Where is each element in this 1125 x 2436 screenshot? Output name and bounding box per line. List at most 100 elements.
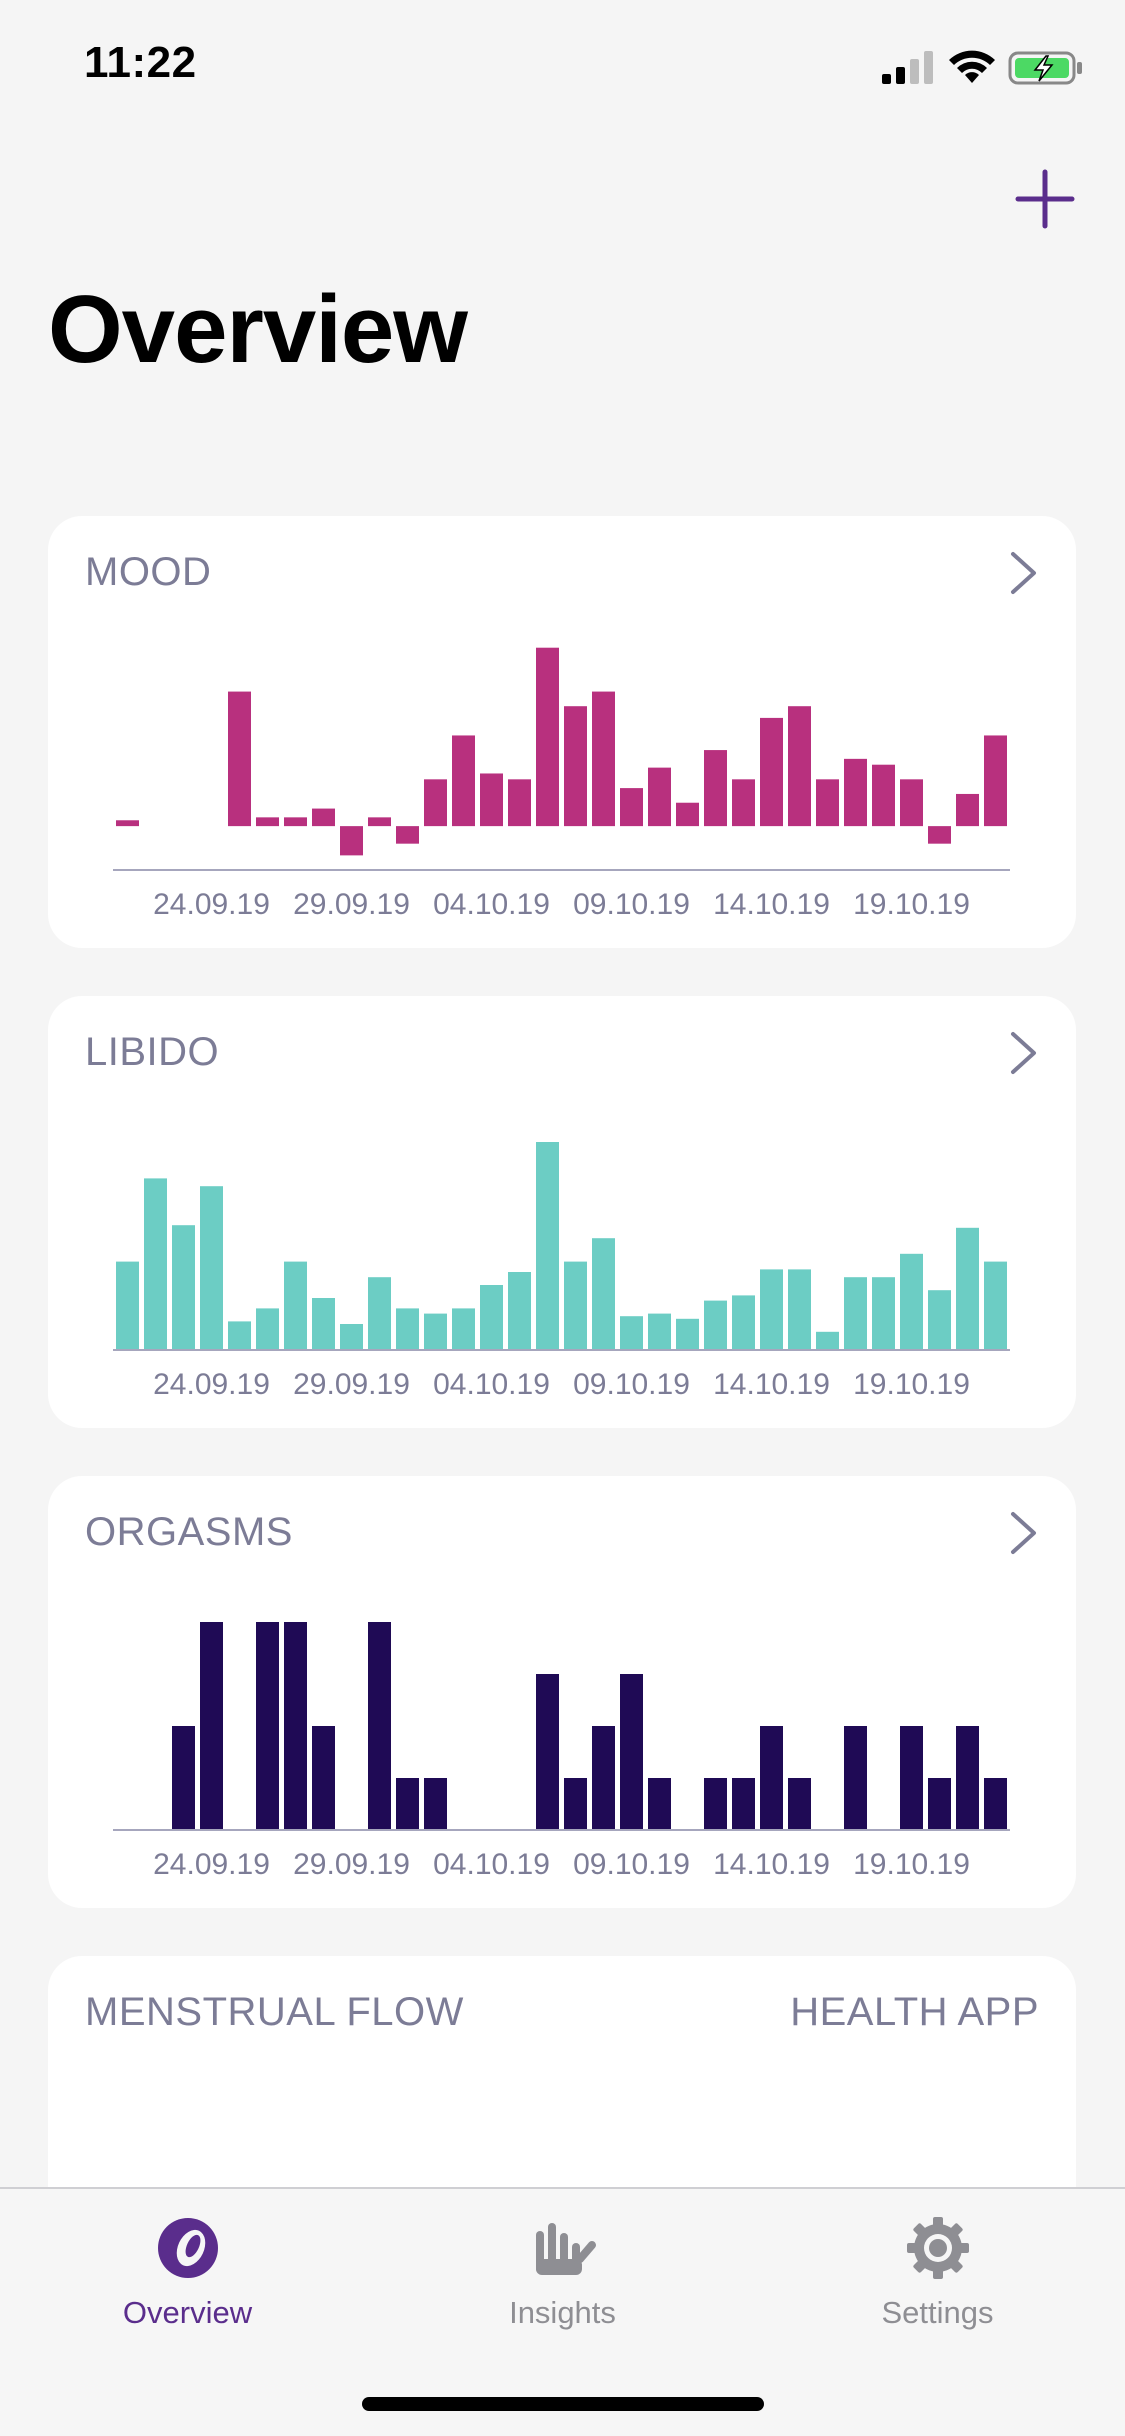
libido-bar xyxy=(900,1253,923,1350)
libido-bar xyxy=(368,1277,391,1350)
orgasms-bar xyxy=(592,1726,615,1830)
x-tick-label: 14.10.19 xyxy=(713,1848,830,1881)
health-app-link[interactable]: HEALTH APP xyxy=(790,1990,1039,2035)
x-tick-label: 04.10.19 xyxy=(433,1368,550,1401)
libido-bar xyxy=(648,1313,671,1350)
orgasms-bar xyxy=(312,1726,335,1830)
home-indicator xyxy=(362,2397,764,2411)
libido-bar xyxy=(424,1313,447,1350)
libido-bar xyxy=(172,1225,195,1350)
tab-settings[interactable]: Settings xyxy=(750,2189,1125,2389)
mood-bar xyxy=(900,779,923,827)
chevron-right-icon[interactable] xyxy=(1008,1030,1038,1076)
orgasms-bar xyxy=(760,1726,783,1830)
mood-bar xyxy=(676,802,699,827)
libido-bar xyxy=(312,1298,335,1350)
x-tick-label: 29.09.19 xyxy=(293,1848,410,1881)
mood-bar xyxy=(536,647,559,827)
orgasms-bar xyxy=(564,1778,587,1830)
orgasms-bar xyxy=(844,1726,867,1830)
libido-bar xyxy=(536,1142,559,1350)
tab-insights[interactable]: Insights xyxy=(375,2189,750,2389)
orgasms-chart: 24.09.19 29.09.19 04.10.19 09.10.19 14.10.19… xyxy=(113,1622,1010,1881)
x-tick-label: 19.10.19 xyxy=(853,888,970,921)
mood-bar xyxy=(844,758,867,827)
add-entry-button[interactable] xyxy=(1014,168,1076,230)
mood-chart: 24.09.19 29.09.19 04.10.19 09.10.19 14.10.19… xyxy=(113,647,1010,921)
mood-bar xyxy=(732,779,755,827)
menstrual-flow-card-title: MENSTRUAL FLOW xyxy=(85,1990,464,2034)
libido-bar xyxy=(592,1238,615,1350)
mood-bar xyxy=(340,826,363,856)
overview-icon xyxy=(158,2218,218,2278)
x-tick-label: 29.09.19 xyxy=(293,888,410,921)
libido-bar xyxy=(284,1261,307,1350)
tab-overview[interactable]: Overview xyxy=(0,2189,375,2389)
mood-bar xyxy=(788,706,811,827)
mood-card[interactable]: MOOD 24.09.19 29.09.19 04.10.19 09.10.19 14.… xyxy=(48,516,1076,948)
x-tick-label: 14.10.19 xyxy=(713,1368,830,1401)
libido-bar xyxy=(564,1261,587,1350)
x-tick-label: 09.10.19 xyxy=(573,1848,690,1881)
orgasms-bar xyxy=(256,1622,279,1830)
libido-bar xyxy=(228,1321,251,1350)
libido-bar xyxy=(480,1285,503,1350)
mood-bar xyxy=(452,735,475,827)
libido-bar xyxy=(732,1295,755,1350)
mood-bar xyxy=(368,817,391,827)
x-tick-label: 24.09.19 xyxy=(153,1368,270,1401)
libido-bar xyxy=(984,1261,1007,1350)
orgasms-bar xyxy=(900,1726,923,1830)
libido-bar xyxy=(928,1290,951,1350)
libido-bar xyxy=(200,1186,223,1350)
mood-bar xyxy=(760,717,783,827)
x-tick-label: 19.10.19 xyxy=(853,1368,970,1401)
mood-bar xyxy=(704,750,727,827)
status-bar: 11:22 xyxy=(0,0,1125,135)
chevron-right-icon[interactable] xyxy=(1008,1510,1038,1556)
x-tick-label: 04.10.19 xyxy=(433,1848,550,1881)
mood-bar xyxy=(956,793,979,827)
mood-bar xyxy=(312,808,335,827)
orgasms-bar xyxy=(200,1622,223,1830)
orgasms-bar xyxy=(368,1622,391,1830)
libido-bar xyxy=(788,1269,811,1350)
orgasms-card[interactable]: ORGASMS 24.09.19 29.09.19 04.10.19 09.10.19… xyxy=(48,1476,1076,1908)
mood-bar xyxy=(508,779,531,827)
mood-bar xyxy=(592,691,615,827)
insights-icon xyxy=(536,2223,596,2275)
orgasms-bar xyxy=(396,1778,419,1830)
orgasms-bar xyxy=(984,1778,1007,1830)
x-tick-label: 29.09.19 xyxy=(293,1368,410,1401)
mood-bar xyxy=(228,691,251,827)
mood-bar xyxy=(816,779,839,827)
libido-bar xyxy=(256,1308,279,1350)
libido-bar xyxy=(396,1308,419,1350)
libido-bar xyxy=(676,1318,699,1350)
wifi-icon xyxy=(949,50,995,83)
libido-card-title: LIBIDO xyxy=(85,1030,220,1074)
orgasms-bar xyxy=(928,1778,951,1830)
orgasms-card-title: ORGASMS xyxy=(85,1510,293,1554)
orgasms-bar xyxy=(788,1778,811,1830)
mood-bar xyxy=(396,826,419,844)
mood-bar xyxy=(564,706,587,827)
x-tick-label: 24.09.19 xyxy=(153,1848,270,1881)
page-title: Overview xyxy=(48,276,468,383)
mood-bar xyxy=(928,826,951,844)
x-tick-label: 19.10.19 xyxy=(853,1848,970,1881)
tab-insights-label: Insights xyxy=(509,2295,616,2330)
chevron-right-icon[interactable] xyxy=(1008,550,1038,596)
mood-bar xyxy=(872,764,895,827)
libido-bar xyxy=(760,1269,783,1350)
libido-bar xyxy=(452,1308,475,1350)
libido-card[interactable]: LIBIDO 24.09.19 29.09.19 04.10.19 09.10.19 1… xyxy=(48,996,1076,1428)
x-tick-label: 04.10.19 xyxy=(433,888,550,921)
libido-bar xyxy=(844,1277,867,1350)
gear-icon xyxy=(907,2217,969,2279)
x-tick-label: 09.10.19 xyxy=(573,888,690,921)
mood-bar xyxy=(984,735,1007,827)
tab-settings-label: Settings xyxy=(881,2295,994,2330)
x-tick-label: 09.10.19 xyxy=(573,1368,690,1401)
mood-card-title: MOOD xyxy=(85,550,212,594)
